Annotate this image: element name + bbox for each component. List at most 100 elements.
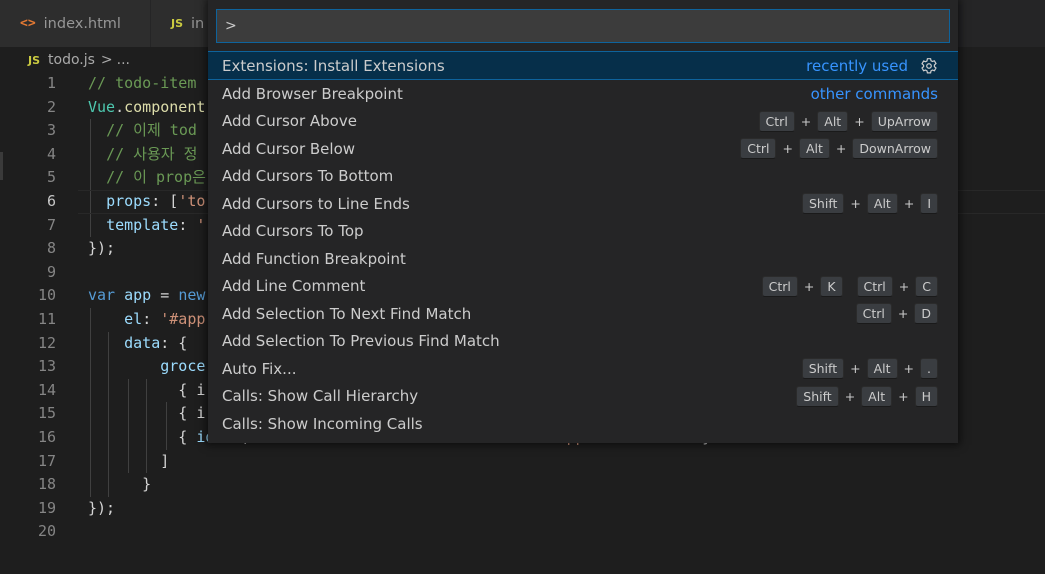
js-file-icon: JS	[171, 17, 184, 30]
line-number: 5	[46, 168, 56, 187]
gear-icon[interactable]	[920, 57, 938, 75]
code-text: // 이제 tod	[88, 119, 197, 143]
keybinding: Shift + Alt +.	[801, 358, 938, 380]
keycap: Ctrl	[855, 303, 892, 325]
tab-label: index.html	[43, 15, 121, 32]
command-item[interactable]: Calls: Show Incoming Calls	[208, 410, 958, 438]
code-text: ]	[88, 450, 169, 474]
code-token: component	[124, 97, 206, 116]
keybinding: Ctrl + D	[855, 303, 938, 325]
keycap: Alt	[817, 110, 849, 132]
command-label: Add Selection To Next Find Match	[222, 304, 472, 323]
line-number: 16	[37, 428, 56, 446]
code-text: // todo-item	[88, 72, 205, 96]
keycap: UpArrow	[870, 110, 938, 132]
command-item[interactable]: Calls: Show Call Hierarchy Shift + Alt + H	[208, 383, 958, 411]
html-file-icon: <>	[20, 16, 36, 31]
command-label: Add Cursors to Line Ends	[222, 194, 410, 213]
code-token: el	[124, 310, 143, 328]
key-plus: +	[800, 113, 812, 129]
js-file-icon: JS	[28, 53, 41, 67]
command-palette: Extensions: Install Extensions recently u…	[208, 0, 958, 443]
command-item[interactable]: Add Cursors To Top	[208, 218, 958, 246]
command-item[interactable]: Add Browser Breakpoint other commands	[208, 80, 958, 108]
line-number: 20	[37, 522, 56, 541]
line-number: 11	[37, 310, 56, 328]
code-text: });	[88, 237, 115, 261]
command-meta: Shift + Alt +.	[801, 355, 938, 383]
line-number: 12	[37, 333, 56, 352]
code-token: { i	[88, 380, 206, 399]
line-number: 10	[37, 286, 56, 305]
line-number: 2	[46, 97, 56, 116]
command-palette-input-box[interactable]	[216, 9, 950, 43]
command-label: Add Browser Breakpoint	[222, 84, 403, 103]
command-item[interactable]: Add Function Breakpoint	[208, 245, 958, 273]
keycap: H	[914, 385, 938, 407]
breadcrumb-file[interactable]: todo.js	[48, 52, 95, 68]
command-item[interactable]: Add Selection To Next Find Match Ctrl + D	[208, 300, 958, 328]
keycap: Ctrl	[761, 275, 798, 297]
breadcrumb-symbols[interactable]: ...	[117, 52, 130, 68]
command-group-hint: recently used	[806, 56, 908, 75]
command-meta: other commands	[811, 80, 938, 108]
breadcrumb: JS todo.js > ...	[28, 49, 130, 71]
code-text: props: ['to	[88, 190, 205, 214]
command-item[interactable]: Add Cursor Below Ctrl + Alt + DownArrow	[208, 135, 958, 163]
command-input[interactable]	[225, 18, 949, 34]
line-number: 9	[46, 262, 56, 281]
keybinding: Ctrl + Alt + UpArrow	[758, 110, 938, 132]
code-token: // todo-item	[88, 74, 206, 92]
code-token: ]	[88, 451, 170, 470]
code-text: // 이 prop은	[88, 166, 206, 190]
command-label: Calls: Show Incoming Calls	[222, 414, 423, 433]
keycap: .	[920, 358, 938, 380]
tab-index-html[interactable]: <> index.html	[0, 0, 150, 47]
code-line[interactable]: 18 }	[0, 473, 1045, 497]
line-number: 1	[46, 74, 56, 92]
command-item[interactable]: Auto Fix... Shift + Alt +.	[208, 355, 958, 383]
keycap: D	[914, 303, 938, 325]
code-token: template	[106, 215, 179, 234]
command-item[interactable]: Add Selection To Previous Find Match	[208, 328, 958, 356]
command-label: Add Cursor Above	[222, 112, 357, 131]
command-item[interactable]: Add Line Comment Ctrl + K Ctrl + C	[208, 273, 958, 301]
command-meta: Ctrl + K Ctrl + C	[761, 273, 938, 301]
command-meta: Ctrl + D	[855, 300, 938, 328]
code-token: :	[142, 310, 161, 328]
code-token: app	[124, 286, 152, 305]
command-list: Extensions: Install Extensions recently u…	[208, 51, 958, 438]
code-text: });	[88, 497, 115, 521]
code-token: }	[88, 475, 152, 494]
command-item[interactable]: Add Cursors to Line Ends Shift + Alt + I	[208, 190, 958, 218]
code-line[interactable]: 17 ]	[0, 449, 1045, 474]
code-token: '#app	[160, 310, 206, 328]
key-plus: +	[850, 196, 861, 212]
command-item[interactable]: Extensions: Install Extensions recently u…	[208, 51, 958, 80]
keycap: Shift	[801, 193, 845, 215]
code-line[interactable]: 20	[0, 520, 1045, 544]
keybinding: Ctrl + K Ctrl + C	[761, 275, 938, 297]
command-label: Add Cursors To Top	[222, 222, 364, 241]
command-label: Auto Fix...	[222, 359, 297, 378]
code-token: : {	[160, 333, 188, 352]
code-token: // 이 prop은	[106, 168, 206, 187]
command-meta: Shift + Alt + I	[801, 190, 938, 218]
command-label: Calls: Show Call Hierarchy	[222, 387, 419, 406]
code-line[interactable]: 19});	[0, 497, 1045, 521]
command-item[interactable]: Add Cursors To Bottom	[208, 163, 958, 191]
code-token: });	[88, 498, 116, 517]
code-token: :	[178, 215, 197, 234]
command-meta: Shift + Alt + H	[796, 383, 938, 411]
code-text: el: '#app	[88, 308, 205, 332]
key-plus: +	[835, 141, 847, 157]
command-item[interactable]: Add Cursor Above Ctrl + Alt + UpArrow	[208, 108, 958, 136]
keycap: Ctrl	[856, 275, 893, 297]
